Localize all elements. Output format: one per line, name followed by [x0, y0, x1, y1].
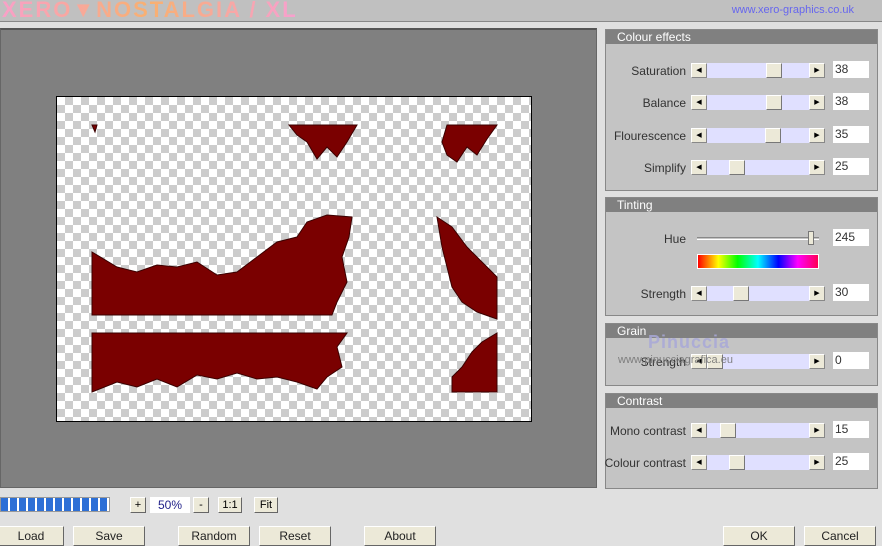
slider-thumb[interactable]	[766, 63, 782, 78]
slider-thumb[interactable]	[729, 160, 745, 175]
triangle-left-icon[interactable]: ◀	[691, 455, 707, 470]
load-button[interactable]: Load	[0, 526, 64, 546]
slider-thumb[interactable]	[765, 128, 781, 143]
triangle-left-icon[interactable]: ◀	[691, 286, 707, 301]
progress-fill	[1, 498, 109, 511]
triangle-right-icon[interactable]: ▶	[809, 160, 825, 175]
slider-label: Strength	[640, 287, 686, 301]
triangle-right-icon[interactable]: ▶	[809, 455, 825, 470]
slider-label: Mono contrast	[609, 424, 686, 438]
slider-track[interactable]	[707, 128, 809, 143]
panel-contrast: Contrast Mono contrast ◀ ▶ 15 Colour con…	[605, 393, 878, 489]
random-button[interactable]: Random	[178, 526, 250, 546]
reset-button[interactable]: Reset	[259, 526, 331, 546]
about-button[interactable]: About	[364, 526, 436, 546]
triangle-left-icon[interactable]: ◀	[691, 63, 707, 78]
zoom-actual-button[interactable]: 1:1	[218, 497, 242, 513]
triangle-right-icon[interactable]: ▶	[809, 128, 825, 143]
shape	[436, 215, 498, 320]
hue-value-input[interactable]: 245	[833, 229, 869, 246]
zoom-out-button[interactable]: -	[193, 497, 209, 513]
preview-viewport[interactable]	[0, 28, 597, 488]
slider-track[interactable]	[707, 423, 809, 438]
slider-label: Balance	[642, 96, 686, 110]
panel-colour-effects: Colour effects Saturation ◀ ▶ 38 Balance…	[605, 29, 878, 191]
triangle-left-icon[interactable]: ◀	[691, 95, 707, 110]
logo: XERO▼NOSTALGIA / XL	[2, 0, 298, 23]
shape	[91, 332, 348, 393]
panel-title: Contrast	[606, 394, 877, 408]
save-button[interactable]: Save	[73, 526, 145, 546]
shape	[451, 332, 498, 393]
panel-title: Tinting	[606, 198, 877, 212]
ok-button[interactable]: OK	[723, 526, 795, 546]
slider-label: Flourescence	[613, 129, 686, 143]
slider-row: Flourescence ◀ ▶ 35	[606, 126, 879, 144]
shape	[287, 124, 358, 160]
slider-label: Hue	[663, 232, 686, 246]
slider-thumb[interactable]	[729, 455, 745, 470]
zoom-fit-button[interactable]: Fit	[254, 497, 278, 513]
hue-row: Hue 245	[606, 229, 879, 247]
shape	[441, 124, 498, 163]
slider-row: Simplify ◀ ▶ 25	[606, 158, 879, 176]
slider-track[interactable]	[707, 455, 809, 470]
slider-value-input[interactable]: 30	[833, 284, 869, 301]
triangle-left-icon[interactable]: ◀	[691, 423, 707, 438]
slider-thumb[interactable]	[766, 95, 782, 110]
slider-thumb[interactable]	[733, 286, 749, 301]
shape	[91, 124, 98, 134]
slider-label: Simplify	[643, 161, 686, 175]
slider-value-input[interactable]: 0	[833, 352, 869, 369]
triangle-right-icon[interactable]: ▶	[809, 354, 825, 369]
watermark-name: Pinuccia	[648, 332, 731, 352]
cancel-button[interactable]: Cancel	[804, 526, 876, 546]
slider-thumb[interactable]	[720, 423, 736, 438]
triangle-right-icon[interactable]: ▶	[809, 63, 825, 78]
preview-artwork	[91, 124, 498, 393]
slider-row: Saturation ◀ ▶ 38	[606, 61, 879, 79]
panel-tinting: Tinting Hue 245 Strength ◀ ▶ 30	[605, 197, 878, 316]
preview-image[interactable]	[56, 96, 532, 422]
slider-track[interactable]	[707, 95, 809, 110]
watermark-url: www.pinucciagrafica.eu	[618, 354, 733, 366]
website-link[interactable]: www.xero-graphics.co.uk	[732, 4, 854, 16]
title-bar: XERO▼NOSTALGIA / XL www.xero-graphics.co…	[0, 0, 882, 22]
slider-value-input[interactable]: 38	[833, 93, 869, 110]
progress-bar	[0, 497, 110, 512]
triangle-left-icon[interactable]: ◀	[691, 160, 707, 175]
slider-value-input[interactable]: 38	[833, 61, 869, 78]
slider-value-input[interactable]: 15	[833, 421, 869, 438]
slider-track[interactable]	[707, 286, 809, 301]
slider-value-input[interactable]: 25	[833, 453, 869, 470]
panel-title: Colour effects	[606, 30, 877, 44]
slider-value-input[interactable]: 25	[833, 158, 869, 175]
triangle-right-icon[interactable]: ▶	[809, 286, 825, 301]
slider-row: Colour contrast ◀ ▶ 25	[604, 453, 879, 471]
panel-title: Grain	[606, 324, 877, 338]
slider-track[interactable]	[707, 63, 809, 78]
shape	[91, 214, 353, 316]
hue-slider[interactable]	[697, 237, 819, 240]
triangle-left-icon[interactable]: ◀	[691, 128, 707, 143]
slider-row: Mono contrast ◀ ▶ 15	[606, 421, 879, 439]
zoom-level: 50%	[150, 497, 190, 513]
triangle-right-icon[interactable]: ▶	[809, 95, 825, 110]
zoom-in-button[interactable]: +	[130, 497, 146, 513]
slider-track[interactable]	[707, 160, 809, 175]
triangle-right-icon[interactable]: ▶	[809, 423, 825, 438]
hue-spectrum	[697, 254, 819, 269]
slider-label: Colour contrast	[604, 456, 686, 470]
slider-value-input[interactable]: 35	[833, 126, 869, 143]
hue-thumb[interactable]	[808, 231, 814, 245]
slider-row: Balance ◀ ▶ 38	[606, 93, 879, 111]
slider-row: Strength ◀ ▶ 30	[606, 284, 879, 302]
slider-label: Saturation	[631, 64, 686, 78]
